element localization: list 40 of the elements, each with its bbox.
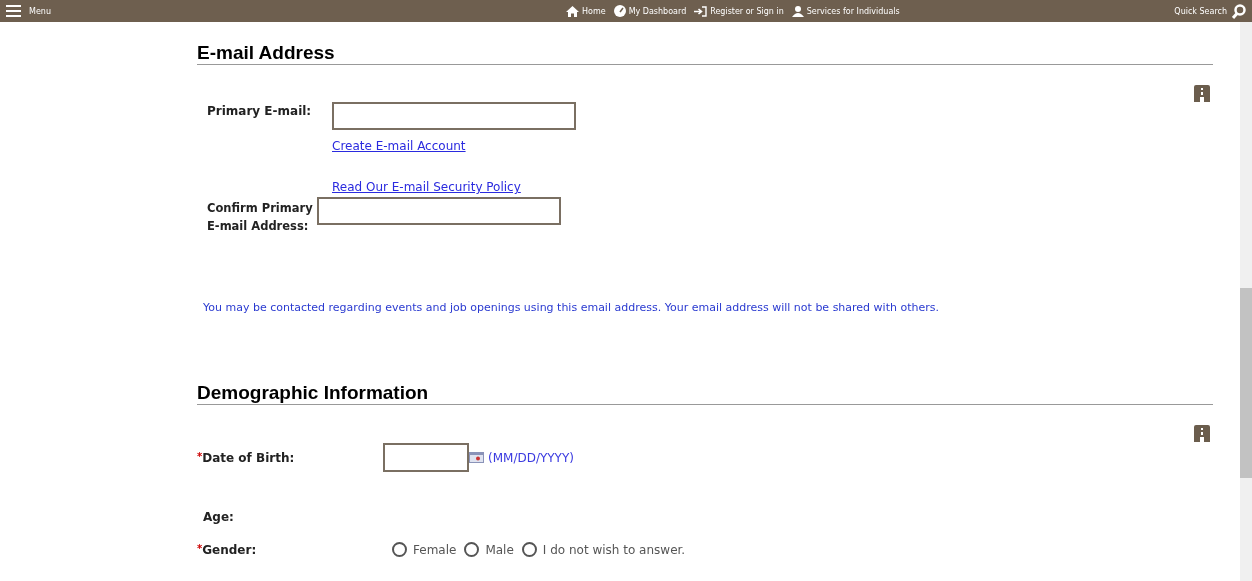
gender-option[interactable]: Female [392,542,457,557]
notice-text: You may be contacted regarding events and job openings using this email address. Your email address will not be shared with others. [203,301,940,314]
home-icon [566,5,579,17]
help-icon[interactable] [1194,425,1210,442]
quick-search-label[interactable]: Quick Search [1174,6,1227,16]
section-heading: E-mail Address [197,41,336,64]
scrollbar-thumb[interactable] [1240,288,1252,478]
confirm-email-input[interactable] [317,197,561,225]
create-account-link[interactable]: Create E-mail Account [332,139,466,153]
radio-circle[interactable] [392,542,407,557]
radio-circle[interactable] [521,542,537,557]
field-label: Age: [203,510,234,524]
option-label: Female [413,542,457,557]
field-label: Gender: [202,542,257,557]
person-icon [791,5,804,17]
field-label: Date of Birth: [202,450,295,465]
required-marker: * [197,542,203,554]
sign-in-icon [694,5,708,17]
date-input[interactable] [383,443,469,472]
field-label: Primary E-mail: [206,103,313,120]
nav-link[interactable]: My Dashboard [613,5,687,17]
radio-circle[interactable] [464,542,480,557]
date-format-hint: (MM/DD/YYYY) [488,450,574,465]
menu-icon[interactable] [6,5,21,17]
required-marker: * [197,450,203,462]
search-icon[interactable] [1232,3,1246,19]
email-input[interactable] [332,102,576,130]
security-policy-link[interactable]: Read Our E-mail Security Policy [332,180,521,194]
help-icon[interactable] [1194,85,1210,102]
nav-link[interactable]: Services for Individuals [791,5,900,17]
option-label: Male [485,542,514,557]
gauge-icon [613,5,626,17]
field-label: Confirm Primary E-mail Address: [206,200,314,235]
gender-option[interactable]: Male [464,542,514,557]
calendar-icon[interactable] [469,452,484,463]
scrollbar[interactable] [1240,22,1252,581]
menu-label[interactable]: Menu [29,6,51,16]
nav-link[interactable]: Home [566,5,606,17]
section-heading: Demographic Information [197,381,430,404]
nav-link[interactable]: Register or Sign in [694,5,784,17]
